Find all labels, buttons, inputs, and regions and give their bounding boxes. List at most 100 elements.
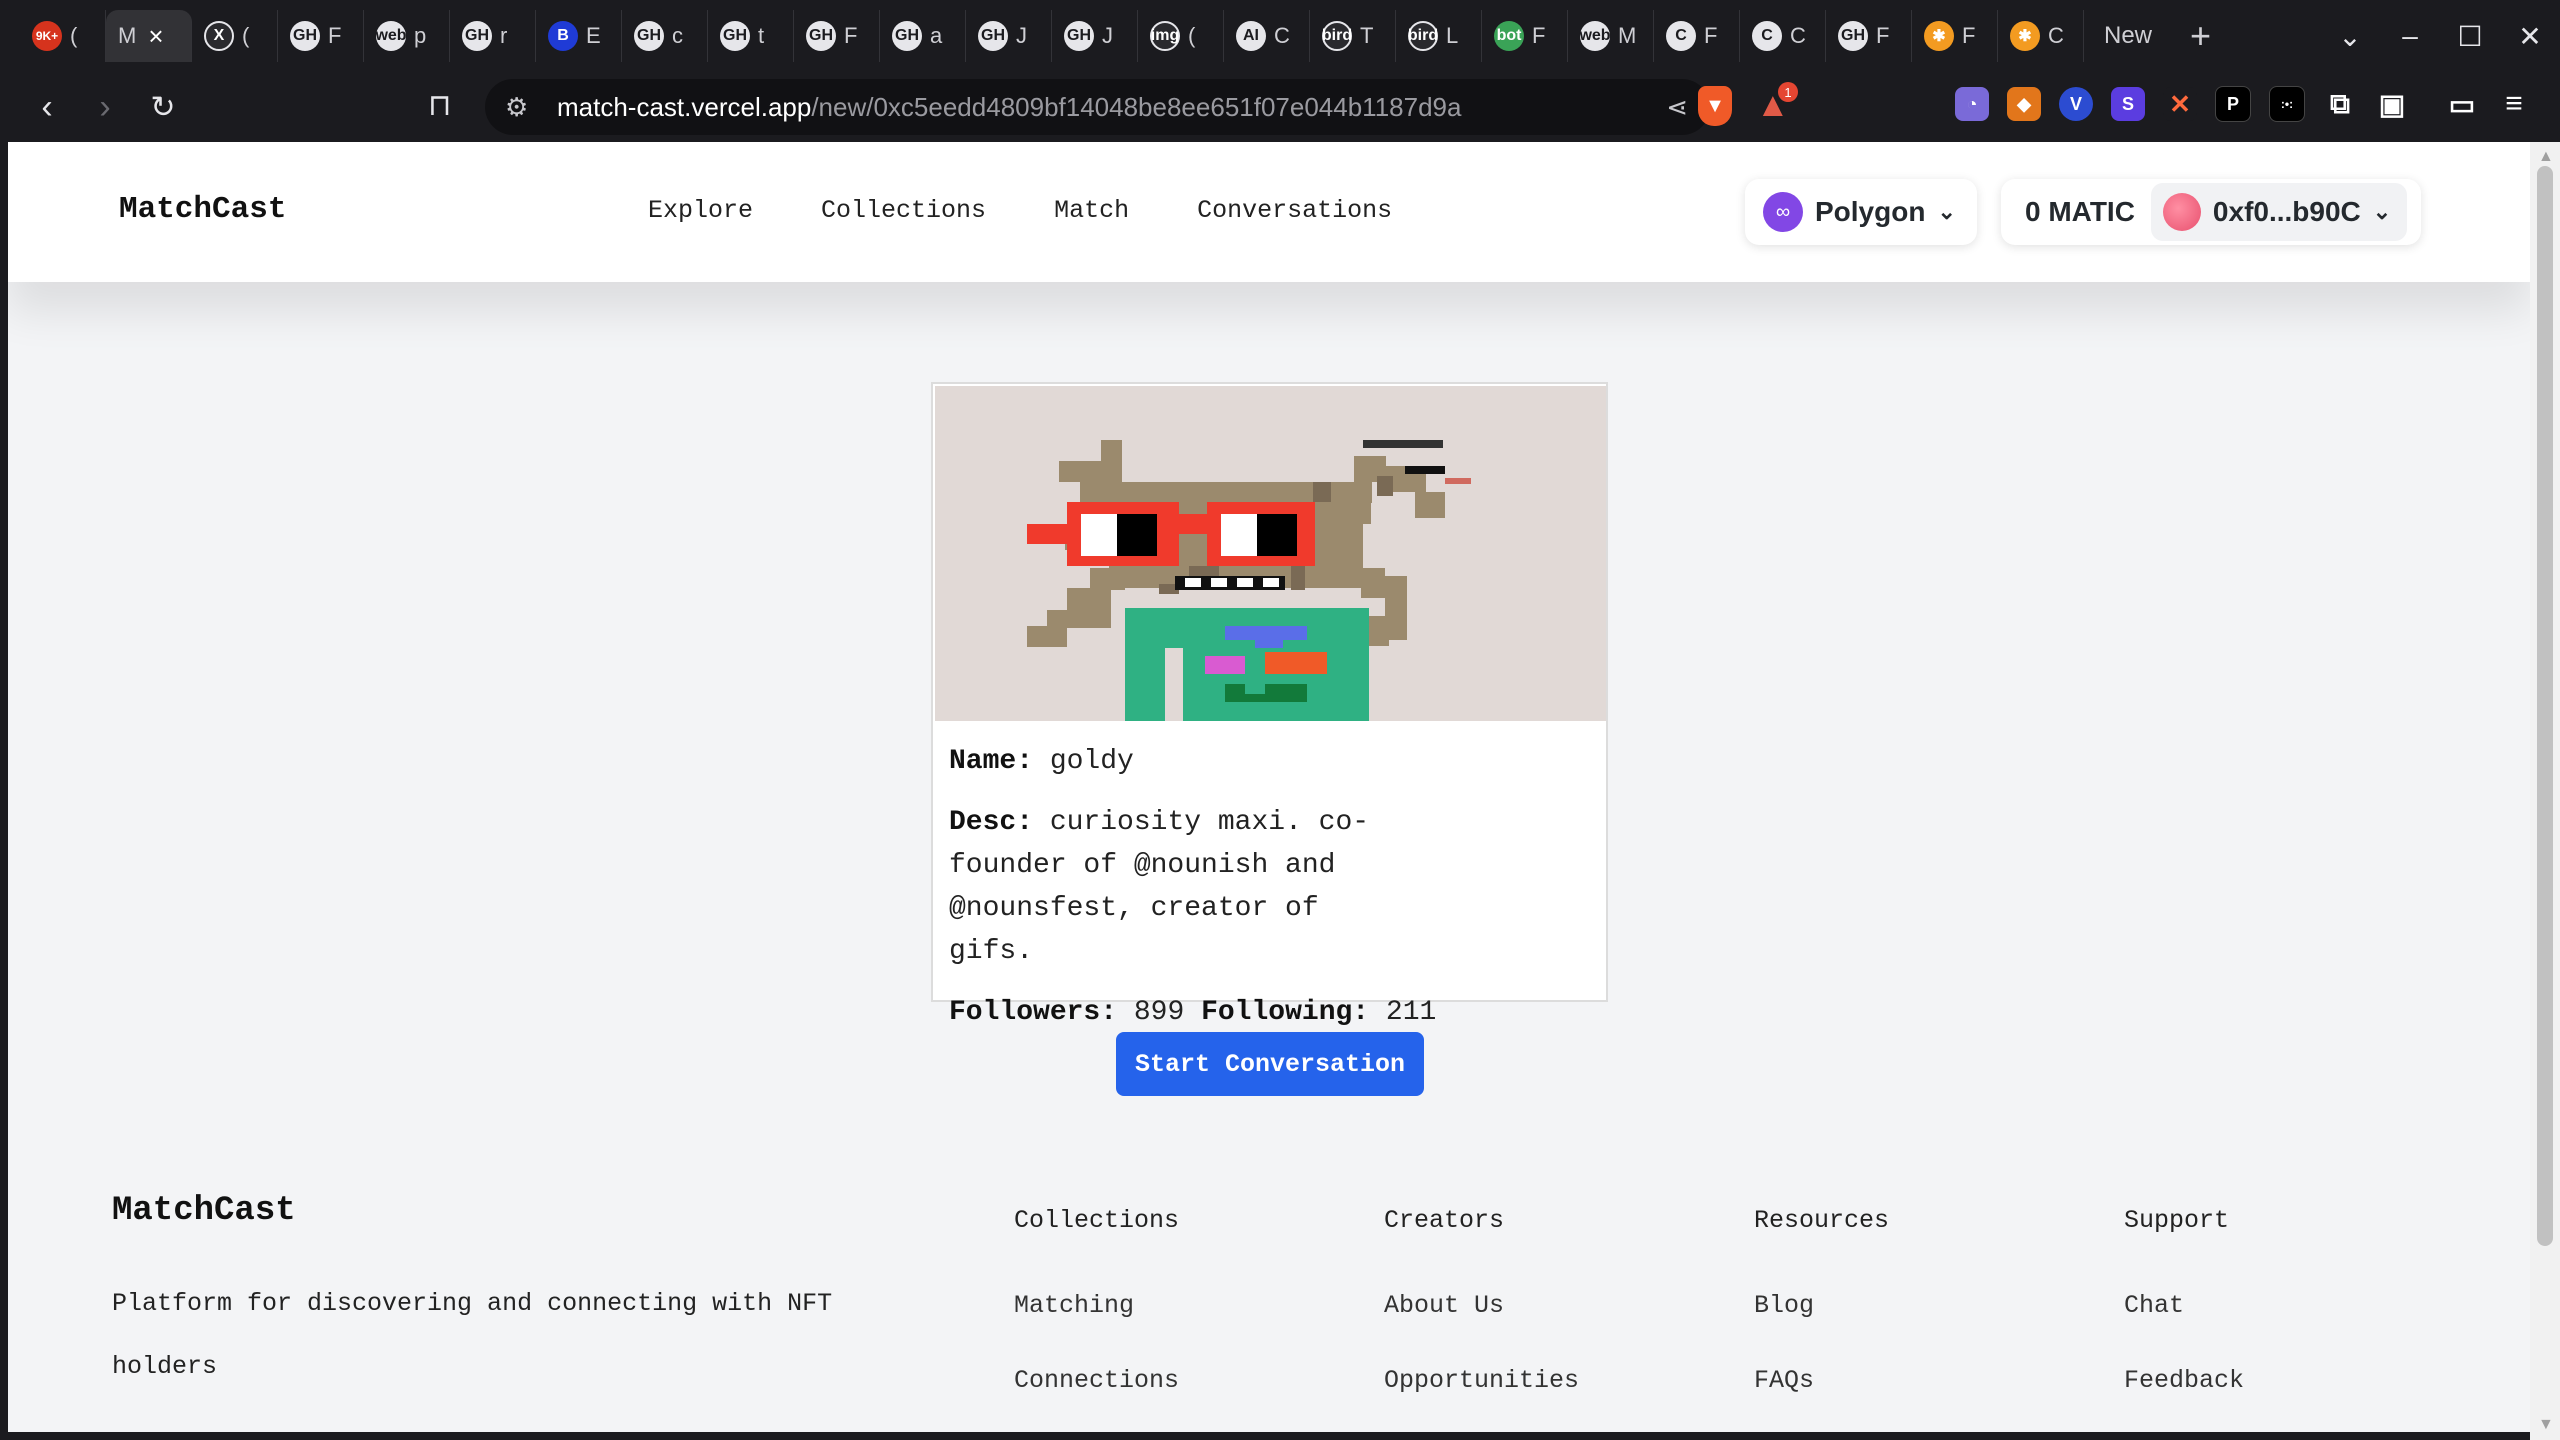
browser-tab[interactable]: bird T [1310, 10, 1396, 62]
browser-tab[interactable]: 9K+ ( [20, 10, 106, 62]
scroll-down-icon[interactable]: ▼ [2538, 1416, 2554, 1434]
minimize-icon[interactable]: – [2380, 20, 2440, 52]
footer-link-about-us[interactable]: About Us [1384, 1291, 1579, 1320]
tab-search-icon[interactable]: ⌄ [2320, 20, 2380, 53]
followers-value: 899 [1133, 997, 1185, 1028]
v-extension-icon[interactable]: V [2059, 87, 2093, 121]
browser-tab[interactable]: M × [106, 10, 192, 62]
footer-column-collections: Collections Matching Connections [1014, 1206, 1179, 1432]
browser-tab[interactable]: GH F [1826, 10, 1912, 62]
browser-tab[interactable]: GH J [966, 10, 1052, 62]
tab-title: ( [70, 23, 78, 48]
browser-tab[interactable]: GH c [622, 10, 708, 62]
nav-explore[interactable]: Explore [648, 196, 753, 225]
browser-tab[interactable]: X( [192, 10, 278, 62]
footer-link-matching[interactable]: Matching [1014, 1291, 1179, 1320]
footer-link-chat[interactable]: Chat [2124, 1291, 2244, 1320]
reload-icon[interactable]: ↻ [134, 90, 192, 125]
chain-selector-button[interactable]: ∞ Polygon ⌄ [1745, 179, 1977, 245]
new-tab-plus-icon[interactable]: + [2190, 15, 2211, 57]
footer-column-resources: Resources Blog FAQs [1754, 1206, 1889, 1432]
browser-tab[interactable]: bot F [1482, 10, 1568, 62]
page-scrollbar[interactable]: ▲ ▼ [2530, 142, 2560, 1440]
browser-tab[interactable]: BE [536, 10, 622, 62]
browser-tab[interactable]: GH F [794, 10, 880, 62]
browser-tab[interactable]: GH J [1052, 10, 1138, 62]
browser-tab[interactable]: GH t [708, 10, 794, 62]
nav-collections[interactable]: Collections [821, 196, 986, 225]
nav-conversations[interactable]: Conversations [1197, 196, 1392, 225]
address-label: 0xf0...b90C [2212, 196, 2361, 227]
tab-title: C [1274, 23, 1290, 48]
scroll-thumb[interactable] [2537, 166, 2553, 1246]
account-button[interactable]: 0 MATIC 0xf0...b90C ⌄ [2001, 179, 2421, 245]
browser-tab[interactable]: GH r [450, 10, 536, 62]
tab-title[interactable]: New [2104, 22, 2152, 50]
browser-tab[interactable]: bird L [1396, 10, 1482, 62]
ghost-extension-icon[interactable]: ◔ [1955, 87, 1989, 121]
tab-title: L [1446, 23, 1459, 48]
brand-logo[interactable]: MatchCast [119, 192, 286, 227]
tab-favicon-icon: AI [1236, 21, 1266, 51]
footer-link-feedback[interactable]: Feedback [2124, 1366, 2244, 1395]
dots-extension-icon[interactable]: :•: [2269, 86, 2305, 122]
tab-title: M [118, 23, 137, 48]
browser-tab[interactable]: ✱ C [1998, 10, 2084, 62]
tab-title: a [930, 23, 943, 48]
url-text[interactable]: match-cast.vercel.app/new/0xc5eedd4809bf… [557, 92, 1461, 123]
footer-link-connections[interactable]: Connections [1014, 1366, 1179, 1395]
s-extension-icon[interactable]: S [2111, 87, 2145, 121]
footer-link-faqs[interactable]: FAQs [1754, 1366, 1889, 1395]
tab-title: E [586, 23, 601, 48]
back-icon[interactable]: ‹ [18, 88, 76, 127]
start-conversation-button[interactable]: Start Conversation [1116, 1032, 1424, 1096]
site-info-icon[interactable]: ⚙ [505, 92, 545, 123]
address-pill[interactable]: 0xf0...b90C ⌄ [2150, 183, 2408, 241]
forward-icon[interactable]: › [76, 88, 134, 127]
footer-link-opportunities[interactable]: Opportunities [1384, 1366, 1579, 1395]
tab-title: r [500, 23, 508, 48]
tab-title: p [414, 23, 427, 48]
p-extension-icon[interactable]: P [2215, 86, 2251, 122]
bookmark-icon[interactable]: ⊓ [428, 88, 451, 123]
browser-tab[interactable]: web p [364, 10, 450, 62]
name-value: goldy [1049, 746, 1134, 777]
browser-tab[interactable]: ✱ F [1912, 10, 1998, 62]
browser-tab[interactable]: GH a [880, 10, 966, 62]
profile-details: Name: goldy Desc: curiosity maxi. co-fou… [949, 740, 1589, 1052]
extensions-row: ◔ ◆ V S ✕ P :•: ⧉ ▣ ▭ ≡ [1955, 86, 2531, 122]
brave-shields-icon[interactable]: ▼ [1698, 86, 1732, 126]
browser-toolbar: ‹ › ↻ ⊓ ⚙ match-cast.vercel.app/new/0xc5… [0, 72, 2560, 142]
maximize-icon[interactable]: ☐ [2440, 20, 2500, 53]
tab-favicon-icon: ✱ [1924, 21, 1954, 51]
main-nav: Explore Collections Match Conversations [648, 196, 1392, 225]
wallet-icon[interactable]: ▭ [2445, 87, 2479, 121]
browser-tab[interactable]: CC [1740, 10, 1826, 62]
browser-tab[interactable]: web M [1568, 10, 1654, 62]
scroll-up-icon[interactable]: ▲ [2538, 148, 2554, 166]
tab-title: F [1532, 23, 1546, 48]
tab-title: J [1102, 23, 1113, 48]
extensions-puzzle-icon[interactable]: ⧉ [2323, 87, 2357, 121]
a-extension-icon[interactable]: ✕ [2163, 87, 2197, 121]
close-tab-icon[interactable]: × [148, 21, 163, 52]
share-icon[interactable]: ⋖ [1666, 92, 1688, 123]
tab-title: F [844, 23, 858, 48]
tab-title: F [328, 23, 342, 48]
nav-match[interactable]: Match [1054, 196, 1129, 225]
browser-tab[interactable]: img ( [1138, 10, 1224, 62]
tab-favicon-icon: web [1579, 21, 1611, 51]
browser-tab[interactable]: CF [1654, 10, 1740, 62]
footer-brand[interactable]: MatchCast [112, 1192, 296, 1230]
following-label: Following: [1201, 997, 1370, 1028]
tab-title: T [1360, 23, 1374, 48]
metamask-extension-icon[interactable]: ◆ [2007, 87, 2041, 121]
browser-tab[interactable]: AI C [1224, 10, 1310, 62]
sidebar-icon[interactable]: ▣ [2375, 87, 2409, 121]
close-window-icon[interactable]: ✕ [2500, 20, 2560, 53]
address-bar[interactable]: ⚙ match-cast.vercel.app/new/0xc5eedd4809… [485, 79, 1710, 135]
footer-link-blog[interactable]: Blog [1754, 1291, 1889, 1320]
browser-tab[interactable]: GH F [278, 10, 364, 62]
menu-icon[interactable]: ≡ [2497, 87, 2531, 121]
avatar [2162, 193, 2201, 231]
